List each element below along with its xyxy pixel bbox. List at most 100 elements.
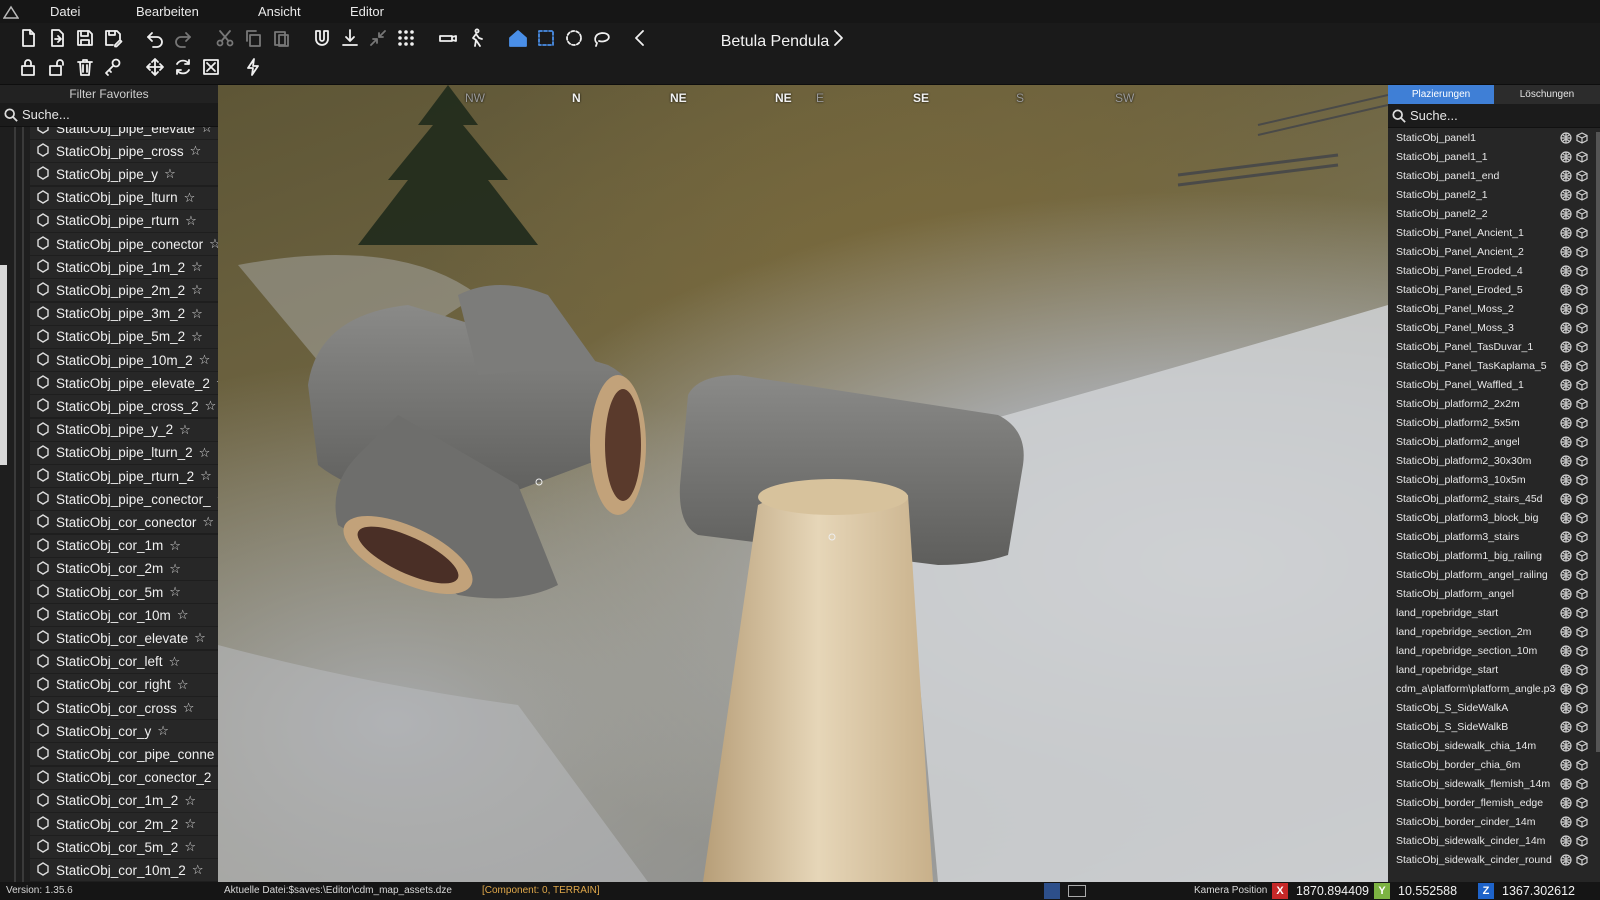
globe-icon[interactable] bbox=[1560, 663, 1572, 676]
cube-icon[interactable] bbox=[1576, 435, 1588, 448]
placement-item[interactable]: StaticObj_Panel_Moss_2 bbox=[1396, 299, 1592, 318]
favorite-star-icon[interactable]: ☆ bbox=[184, 190, 196, 206]
globe-icon[interactable] bbox=[1560, 796, 1572, 809]
placement-item[interactable]: StaticObj_Panel_Ancient_1 bbox=[1396, 223, 1592, 242]
placement-item[interactable]: land_ropebridge_section_10m bbox=[1396, 641, 1592, 660]
globe-icon[interactable] bbox=[1560, 378, 1572, 391]
lock-icon[interactable] bbox=[16, 55, 40, 79]
favorite-star-icon[interactable]: ☆ bbox=[157, 723, 169, 739]
list-item[interactable]: StaticObj_pipe_lturn ☆ bbox=[30, 186, 218, 210]
import-icon[interactable] bbox=[45, 26, 69, 50]
globe-icon[interactable] bbox=[1560, 169, 1572, 182]
cube-icon[interactable] bbox=[1576, 720, 1588, 733]
cube-icon[interactable] bbox=[1576, 853, 1588, 866]
list-item[interactable]: StaticObj_pipe_elevate_2☆ bbox=[30, 372, 218, 396]
placement-item[interactable]: land_ropebridge_start bbox=[1396, 603, 1592, 622]
cube-icon[interactable] bbox=[1576, 701, 1588, 714]
placement-item[interactable]: StaticObj_panel2_1 bbox=[1396, 185, 1592, 204]
globe-icon[interactable] bbox=[1560, 682, 1572, 695]
cube-icon[interactable] bbox=[1576, 302, 1588, 315]
favorite-star-icon[interactable]: ☆ bbox=[177, 677, 189, 693]
list-item[interactable]: StaticObj_cor_2m_2 ☆ bbox=[30, 813, 218, 836]
list-item[interactable]: StaticObj_cor_cross ☆ bbox=[30, 697, 218, 720]
placement-item[interactable]: StaticObj_sidewalk_chia_14m bbox=[1396, 736, 1592, 755]
globe-icon[interactable] bbox=[1560, 587, 1572, 600]
right-search-input[interactable]: Suche... bbox=[1388, 104, 1600, 128]
list-item[interactable]: StaticObj_pipe_lturn_2 ☆ bbox=[30, 441, 218, 465]
favorite-star-icon[interactable]: ☆ bbox=[179, 422, 191, 438]
favorite-star-icon[interactable]: ☆ bbox=[183, 700, 195, 716]
scale-icon[interactable] bbox=[199, 55, 223, 79]
left-search-input[interactable]: Suche... bbox=[0, 103, 218, 127]
placement-item[interactable]: StaticObj_Panel_Ancient_2 bbox=[1396, 242, 1592, 261]
globe-icon[interactable] bbox=[1560, 549, 1572, 562]
cube-icon[interactable] bbox=[1576, 245, 1588, 258]
placement-item[interactable]: land_ropebridge_section_2m bbox=[1396, 622, 1592, 641]
globe-icon[interactable] bbox=[1560, 815, 1572, 828]
placement-item[interactable]: StaticObj_platform2_stairs_45d bbox=[1396, 489, 1592, 508]
globe-icon[interactable] bbox=[1560, 834, 1572, 847]
placement-item[interactable]: StaticObj_platform3_block_big bbox=[1396, 508, 1592, 527]
lasso-select-icon[interactable] bbox=[590, 26, 614, 50]
3d-viewport[interactable]: NW N NE NE E SE S SW bbox=[218, 85, 1388, 882]
list-item[interactable]: StaticObj_cor_right ☆ bbox=[30, 673, 218, 697]
cut-icon[interactable] bbox=[213, 26, 237, 50]
favorite-star-icon[interactable]: ☆ bbox=[184, 793, 196, 809]
favorite-star-icon[interactable]: ☆ bbox=[177, 607, 189, 623]
cube-icon[interactable] bbox=[1576, 587, 1588, 600]
globe-icon[interactable] bbox=[1560, 207, 1572, 220]
placement-item[interactable]: StaticObj_panel2_2 bbox=[1396, 204, 1592, 223]
placement-item[interactable]: StaticObj_S_SideWalkA bbox=[1396, 698, 1592, 717]
placement-item[interactable]: StaticObj_platform2_2x2m bbox=[1396, 394, 1592, 413]
cube-icon[interactable] bbox=[1576, 682, 1588, 695]
favorite-star-icon[interactable]: ☆ bbox=[194, 630, 206, 646]
cube-icon[interactable] bbox=[1576, 530, 1588, 543]
list-item[interactable]: StaticObj_pipe_y ☆ bbox=[30, 163, 218, 187]
x-coordinate[interactable]: 1870.894409 bbox=[1296, 882, 1369, 900]
list-item[interactable]: StaticObj_pipe_3m_2 ☆ bbox=[30, 302, 218, 326]
list-item[interactable]: StaticObj_pipe_cross_2 ☆ bbox=[30, 395, 218, 419]
favorite-star-icon[interactable]: ☆ bbox=[205, 398, 217, 414]
grid-icon[interactable] bbox=[394, 26, 418, 50]
home-icon[interactable] bbox=[506, 26, 530, 50]
collapse-icon[interactable] bbox=[366, 26, 390, 50]
unlock-icon[interactable] bbox=[45, 55, 69, 79]
placement-item[interactable]: StaticObj_Panel_TasKaplama_5 bbox=[1396, 356, 1592, 375]
placement-item[interactable]: StaticObj_platform2_30x30m bbox=[1396, 451, 1592, 470]
cube-icon[interactable] bbox=[1576, 796, 1588, 809]
placement-item[interactable]: StaticObj_platform1_big_railing bbox=[1396, 546, 1592, 565]
list-item[interactable]: StaticObj_cor_10m_2 ☆ bbox=[30, 859, 218, 882]
video-icon[interactable] bbox=[1068, 885, 1086, 897]
list-item[interactable]: StaticObj_cor_conector_2☆ bbox=[30, 766, 218, 790]
save-as-icon[interactable] bbox=[101, 26, 125, 50]
cube-icon[interactable] bbox=[1576, 568, 1588, 581]
globe-icon[interactable] bbox=[1560, 568, 1572, 581]
placement-item[interactable]: StaticObj_Panel_TasDuvar_1 bbox=[1396, 337, 1592, 356]
cube-icon[interactable] bbox=[1576, 283, 1588, 296]
menu-bearbeiten[interactable]: Bearbeiten bbox=[136, 4, 199, 19]
favorite-star-icon[interactable]: ☆ bbox=[199, 445, 211, 461]
globe-icon[interactable] bbox=[1560, 264, 1572, 277]
cube-icon[interactable] bbox=[1576, 378, 1588, 391]
placement-item[interactable]: StaticObj_Panel_Eroded_5 bbox=[1396, 280, 1592, 299]
globe-icon[interactable] bbox=[1560, 739, 1572, 752]
globe-icon[interactable] bbox=[1560, 492, 1572, 505]
list-item[interactable]: StaticObj_pipe_conector_☆ bbox=[30, 488, 218, 512]
globe-icon[interactable] bbox=[1560, 245, 1572, 258]
cube-icon[interactable] bbox=[1576, 188, 1588, 201]
list-item[interactable]: StaticObj_cor_pipe_conne☆ bbox=[30, 743, 218, 767]
cube-icon[interactable] bbox=[1576, 549, 1588, 562]
globe-icon[interactable] bbox=[1560, 777, 1572, 790]
globe-icon[interactable] bbox=[1560, 720, 1572, 733]
cube-icon[interactable] bbox=[1576, 150, 1588, 163]
paste-icon[interactable] bbox=[269, 26, 293, 50]
walk-icon[interactable] bbox=[464, 26, 488, 50]
placement-item[interactable]: cdm_a\platform\platform_angle.p3d bbox=[1396, 679, 1592, 698]
move-icon[interactable] bbox=[143, 55, 167, 79]
placement-item[interactable]: StaticObj_platform3_stairs bbox=[1396, 527, 1592, 546]
globe-icon[interactable] bbox=[1560, 321, 1572, 334]
globe-icon[interactable] bbox=[1560, 606, 1572, 619]
placement-item[interactable]: land_ropebridge_start bbox=[1396, 660, 1592, 679]
globe-icon[interactable] bbox=[1560, 397, 1572, 410]
cube-icon[interactable] bbox=[1576, 834, 1588, 847]
